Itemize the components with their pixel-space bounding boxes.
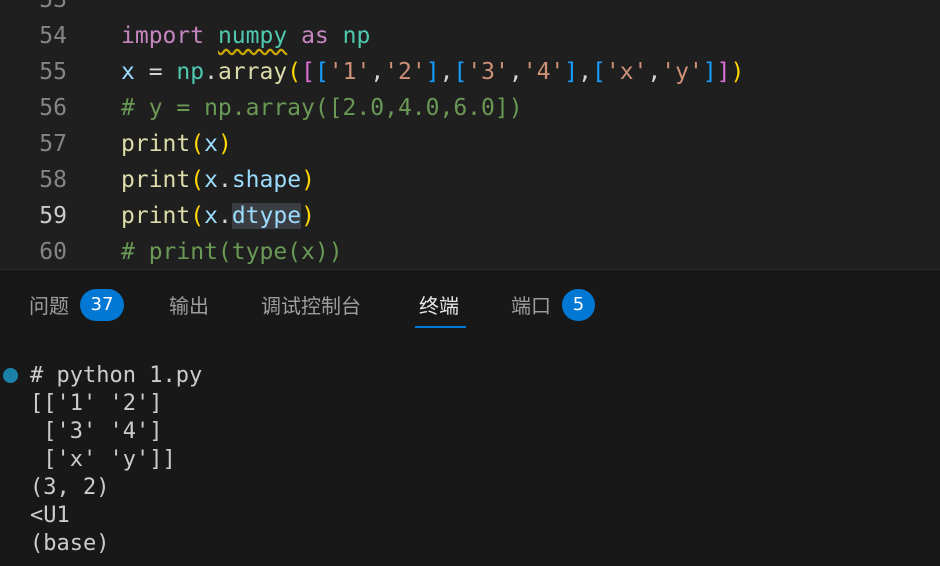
selected-word: dtype [231,203,302,229]
code-line-56[interactable]: 56 # y = np.array([2.0,4.0,6.0]) [0,90,940,126]
terminal-line: (base) [30,531,110,556]
code-line-55[interactable]: 55 x = np.array([['1','2'],['3','4'],['x… [0,54,940,90]
code-line-54[interactable]: 54 import numpy as np [0,18,940,54]
panel-tab-bar [0,270,940,340]
code-text: print(x.shape) [121,167,315,193]
terminal-line: (3, 2) [30,475,110,500]
command-status-dot-icon[interactable] [3,368,18,383]
code-text: print(x.dtype) [121,203,315,229]
problems-count-badge: 37 [80,289,124,321]
code-line-58[interactable]: 58 print(x.shape) [0,162,940,198]
line-number: 56 [39,95,67,121]
tab-output[interactable]: 输出 [169,292,209,320]
code-line-53[interactable]: 53 [0,0,940,18]
line-number: 60 [39,239,67,265]
terminal-line: # python 1.py [30,363,203,388]
line-number: 53 [39,0,67,13]
tab-terminal[interactable]: 终端 [419,292,459,320]
active-tab-indicator [415,326,466,328]
code-text: import numpy as np [121,23,371,49]
terminal-line: [['1' '2'] [30,391,163,416]
terminal-line: ['3' '4'] [30,419,163,444]
tab-ports[interactable]: 端口 [511,292,551,320]
code-text: x = np.array([['1','2'],['3','4'],['x','… [121,59,745,85]
line-number: 55 [39,59,67,85]
code-text: print(x) [121,131,232,157]
squiggle-warning: numpy [217,23,288,49]
ports-count-badge: 5 [562,289,595,321]
line-number-active: 59 [39,203,67,229]
tab-problems[interactable]: 问题 [29,292,69,320]
tab-debug-console[interactable]: 调试控制台 [261,292,361,320]
terminal-line: ['x' 'y']] [30,447,176,472]
terminal-line: <U1 [30,503,70,528]
code-editor[interactable]: 53 54 import numpy as np 55 x = np.array… [0,0,940,270]
line-number: 58 [39,167,67,193]
line-number: 57 [39,131,67,157]
code-line-60[interactable]: 60 # print(type(x)) [0,234,940,270]
code-line-59[interactable]: 59 print(x.dtype) [0,198,940,234]
code-comment: # y = np.array([2.0,4.0,6.0]) [121,95,523,121]
line-number: 54 [39,23,67,49]
code-comment: # print(type(x)) [121,239,343,265]
code-line-57[interactable]: 57 print(x) [0,126,940,162]
